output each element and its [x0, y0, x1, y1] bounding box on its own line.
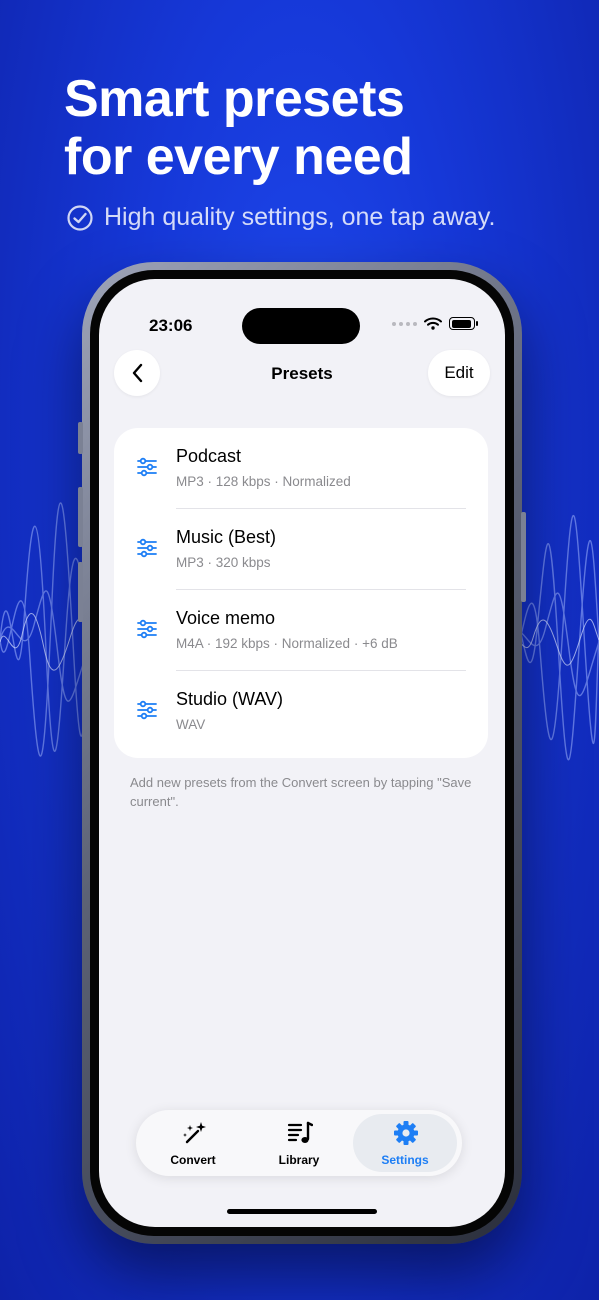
- preset-name: Podcast: [176, 446, 242, 466]
- tab-bar: Convert Library Settings: [136, 1110, 462, 1176]
- phone-volume-down-button: [78, 562, 83, 622]
- promo-headline-line-1: Smart presets: [64, 70, 405, 128]
- music-list-icon: [287, 1121, 313, 1143]
- preset-row-voice-memo[interactable]: Voice memo M4A · 192 kbps · Normalized ·…: [114, 590, 488, 671]
- preset-name: Music (Best): [176, 527, 277, 547]
- preset-name: Voice memo: [176, 608, 276, 628]
- gear-icon: [394, 1121, 418, 1145]
- presets-footnote: Add new presets from the Convert screen …: [130, 775, 472, 809]
- preset-details: MP3 · 320 kbps: [176, 555, 271, 570]
- phone-action-button: [78, 422, 83, 454]
- tab-settings[interactable]: Settings: [353, 1114, 457, 1172]
- preset-row-music-best[interactable]: Music (Best) MP3 · 320 kbps: [114, 509, 488, 590]
- sound-wave-right-graphic: [509, 514, 599, 761]
- promo-subtitle-text: High quality settings, one tap away.: [104, 203, 496, 231]
- tab-library[interactable]: Library: [247, 1114, 351, 1172]
- sound-wave-left-graphic: [0, 502, 90, 757]
- wifi-icon: [424, 317, 442, 330]
- preset-details: WAV: [176, 717, 206, 732]
- edit-button[interactable]: Edit: [428, 350, 490, 396]
- sliders-icon: [137, 619, 157, 639]
- status-indicators: [392, 317, 478, 330]
- promo-subtitle: High quality settings, one tap away.: [66, 203, 495, 232]
- preset-row-podcast[interactable]: Podcast MP3 · 128 kbps · Normalized: [114, 428, 488, 509]
- preset-row-studio-wav[interactable]: Studio (WAV) WAV: [114, 671, 488, 752]
- sliders-icon: [137, 538, 157, 558]
- battery-icon: [449, 317, 478, 330]
- app-screen: 23:06 Presets Edit Podcast MP3 · 128 kbp…: [99, 279, 505, 1227]
- signal-icon: [392, 321, 417, 326]
- tab-label: Convert: [170, 1153, 216, 1167]
- status-time: 23:06: [149, 316, 193, 335]
- promo-headline: Smart presets for every need: [64, 70, 413, 186]
- tab-label: Library: [278, 1153, 320, 1167]
- phone-mockup: 23:06 Presets Edit Podcast MP3 · 128 kbp…: [78, 262, 526, 1244]
- tab-convert[interactable]: Convert: [141, 1114, 245, 1172]
- sliders-icon: [137, 457, 157, 477]
- preset-name: Studio (WAV): [176, 689, 284, 709]
- phone-volume-up-button: [78, 487, 83, 547]
- preset-details: MP3 · 128 kbps · Normalized: [176, 474, 351, 489]
- check-circle-icon: [67, 204, 93, 231]
- home-indicator: [227, 1209, 377, 1214]
- presets-list: Podcast MP3 · 128 kbps · Normalized Musi…: [114, 428, 488, 758]
- phone-power-button: [521, 512, 526, 602]
- sliders-icon: [137, 700, 157, 720]
- magic-wand-icon: [183, 1122, 206, 1144]
- tab-label: Settings: [381, 1153, 429, 1167]
- promo-headline-line-2: for every need: [64, 128, 413, 186]
- dynamic-island: [242, 308, 360, 344]
- preset-details: M4A · 192 kbps · Normalized · +6 dB: [176, 636, 398, 651]
